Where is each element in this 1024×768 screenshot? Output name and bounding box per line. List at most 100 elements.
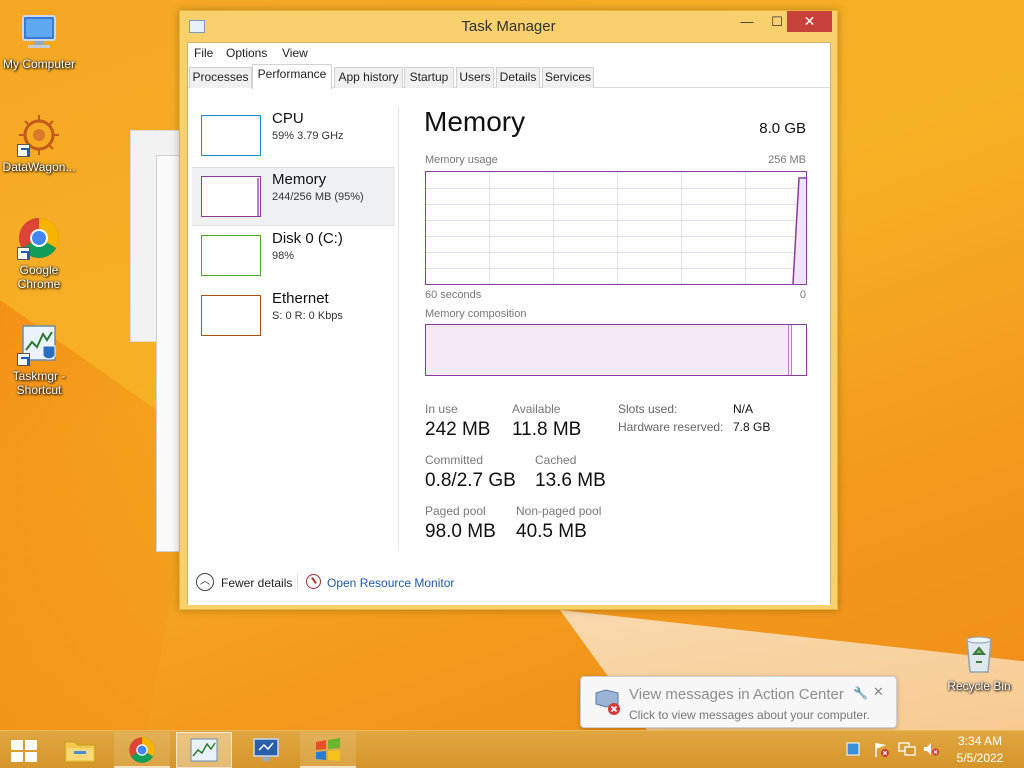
tab-startup[interactable]: Startup <box>404 67 454 88</box>
notification-subtitle: Click to view messages about your comput… <box>629 708 870 722</box>
slots-used-label: Slots used: <box>618 402 678 416</box>
title-bar[interactable]: Task Manager — ☐ ✕ <box>180 11 837 43</box>
chevron-up-icon[interactable]: ︿ <box>196 573 214 591</box>
datawagon-icon <box>17 113 61 157</box>
desktop-icon-my-computer[interactable]: My Computer <box>0 10 78 71</box>
recycle-bin-icon <box>957 632 1001 676</box>
task-manager-window[interactable]: Task Manager — ☐ ✕ File Options View Pro… <box>179 10 838 610</box>
composition-free-segment <box>792 325 806 375</box>
committed-value: 0.8/2.7 GB <box>425 470 516 491</box>
start-button[interactable] <box>0 732 48 768</box>
resource-detail: 244/256 MB (95%) <box>272 191 364 203</box>
tab-app-history[interactable]: App history <box>334 67 403 88</box>
action-center-flag-tray-icon[interactable] <box>873 741 889 757</box>
resource-cpu[interactable]: CPU 59% 3.79 GHz <box>192 107 395 166</box>
clock-date[interactable]: 5/5/2022 <box>950 751 1010 765</box>
available-value: 11.8 MB <box>512 419 582 440</box>
non-paged-pool-value: 40.5 MB <box>516 521 587 542</box>
shortcut-arrow-icon <box>17 144 30 157</box>
resource-detail: 98% <box>272 250 295 262</box>
cached-label: Cached <box>535 453 577 467</box>
hardware-reserved-label: Hardware reserved: <box>618 420 724 434</box>
committed-label: Committed <box>425 453 484 467</box>
open-resource-monitor-link[interactable]: Open Resource Monitor <box>327 576 454 590</box>
taskbar-file-explorer[interactable] <box>52 732 108 768</box>
resource-disk[interactable]: Disk 0 (C:) 98% <box>192 227 395 286</box>
taskbar-chrome[interactable] <box>114 732 170 768</box>
close-button[interactable]: ✕ <box>787 11 832 32</box>
paged-pool-value: 98.0 MB <box>425 521 496 542</box>
menu-file[interactable]: File <box>194 46 213 60</box>
memory-composition-label: Memory composition <box>425 308 527 320</box>
hardware-reserved-value: 7.8 GB <box>733 420 771 434</box>
memory-usage-line <box>792 177 806 284</box>
tab-users[interactable]: Users <box>456 67 494 88</box>
wrench-icon[interactable]: 🔧 <box>853 686 868 700</box>
time-end-label: 0 <box>799 289 806 301</box>
non-paged-pool-label: Non-paged pool <box>516 504 602 518</box>
desktop-icon-label: Google Chrome <box>17 263 61 291</box>
tab-bar: Processes Performance App history Startu… <box>188 63 830 89</box>
resource-name: CPU <box>272 110 304 127</box>
tab-details[interactable]: Details <box>496 67 540 88</box>
notification-title: View messages in Action Center <box>629 686 844 703</box>
taskbar-windows-app[interactable] <box>300 732 356 768</box>
resource-detail: 59% 3.79 GHz <box>272 130 344 142</box>
action-center-notification[interactable]: View messages in Action Center Click to … <box>580 676 897 728</box>
minimize-button[interactable]: — <box>733 11 761 32</box>
performance-content: CPU 59% 3.79 GHz Memory 244/256 MB (95%)… <box>188 89 830 605</box>
panel-divider <box>398 107 399 551</box>
chrome-icon <box>17 216 61 260</box>
memory-graph-thumbnail <box>201 176 261 217</box>
fewer-details-button[interactable]: Fewer details <box>221 576 292 590</box>
memory-usage-max: 256 MB <box>768 154 806 166</box>
resource-memory[interactable]: Memory 244/256 MB (95%) <box>192 167 395 226</box>
desktop-icon-label: Recycle Bin <box>947 679 1011 693</box>
clock-time[interactable]: 3:34 AM <box>950 734 1010 748</box>
desktop-icon-taskmgr-shortcut[interactable]: Taskmgr - Shortcut <box>0 322 78 397</box>
desktop-icon-label: Taskmgr - Shortcut <box>12 369 66 397</box>
action-center-flag-icon <box>592 687 622 717</box>
windows-logo-icon <box>11 740 37 762</box>
task-manager-icon <box>190 738 218 762</box>
taskbar-task-manager[interactable] <box>176 732 232 768</box>
menu-bar: File Options View <box>188 43 830 63</box>
taskbar-app[interactable] <box>238 732 294 768</box>
tab-services[interactable]: Services <box>542 67 594 88</box>
composition-divider <box>788 325 789 375</box>
cached-value: 13.6 MB <box>535 470 606 491</box>
volume-muted-icon[interactable] <box>922 741 939 757</box>
desktop-icon-label: My Computer <box>2 57 76 71</box>
ethernet-graph-thumbnail <box>201 295 261 336</box>
task-manager-icon <box>17 322 61 366</box>
in-use-label: In use <box>425 402 458 416</box>
tab-processes[interactable]: Processes <box>189 67 252 88</box>
desktop-icon-datawagon[interactable]: DataWagon... <box>0 113 78 174</box>
memory-total: 8.0 GB <box>759 120 806 137</box>
resource-name: Disk 0 (C:) <box>272 230 343 247</box>
desktop-icon-recycle-bin[interactable]: Recycle Bin <box>940 632 1018 693</box>
resource-ethernet[interactable]: Ethernet S: 0 R: 0 Kbps <box>192 287 395 346</box>
resource-detail: S: 0 R: 0 Kbps <box>272 310 343 322</box>
menu-options[interactable]: Options <box>226 46 267 60</box>
desktop-icon-google-chrome[interactable]: Google Chrome <box>0 216 78 291</box>
in-use-value: 242 MB <box>425 419 491 440</box>
tab-performance[interactable]: Performance <box>252 64 332 89</box>
footer-divider <box>297 573 298 591</box>
monitor-icon <box>253 738 279 761</box>
close-icon[interactable]: ✕ <box>873 684 884 700</box>
resource-monitor-icon[interactable] <box>306 574 321 589</box>
memory-usage-label: Memory usage <box>425 154 498 166</box>
tray-app-icon[interactable] <box>845 741 861 757</box>
desktop-icon-label: DataWagon... <box>2 160 76 174</box>
cpu-graph-thumbnail <box>201 115 261 156</box>
disk-graph-thumbnail <box>201 235 261 276</box>
menu-view[interactable]: View <box>282 46 308 60</box>
network-icon[interactable] <box>898 741 916 757</box>
shortcut-arrow-icon <box>17 247 30 260</box>
computer-icon <box>17 10 61 54</box>
folder-icon <box>64 741 96 763</box>
windows-flag-icon <box>316 738 340 761</box>
slots-used-value: N/A <box>733 402 754 416</box>
resource-name: Memory <box>272 171 327 188</box>
